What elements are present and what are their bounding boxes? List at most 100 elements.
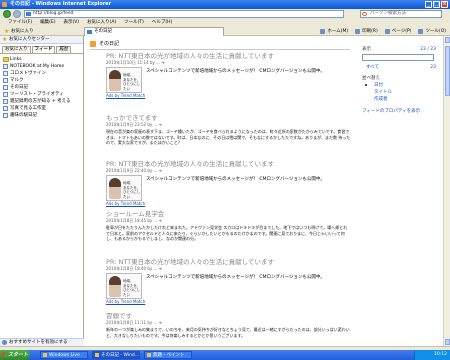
sidebar-item-8[interactable]: 写真で見る工作室 (2, 105, 81, 112)
menu-file[interactable]: ファイル(F) (8, 19, 32, 27)
feed-icon (3, 78, 8, 83)
page-favicon-icon (26, 12, 31, 16)
filter-all[interactable]: すべて 23 (362, 64, 438, 71)
start-button[interactable]: スタート (0, 350, 30, 360)
close-button[interactable]: × (441, 1, 448, 8)
search-placeholder: パーソン検索方法 (370, 11, 406, 16)
entry-title[interactable]: PR: NTT東日本の光が地域の人々の生活に貢献しています (106, 160, 351, 168)
print-button[interactable]: 印刷(R) (355, 28, 378, 35)
feed-filter-panel: 表示 23 / 23 すべて 23 並べ替え 日付 タイトル 作成者 フィードの… (362, 46, 438, 138)
ad-source-link[interactable]: Ads by Trend Match (106, 93, 351, 99)
scroll-thumb[interactable] (445, 46, 450, 96)
favorites-center: ★ お気に入りセンター お気に入り フィード 履歴 Links NOTEBOOK… (0, 36, 84, 346)
entry-title[interactable]: PR: NTT東日本の光が地域の人々の生活に貢献しています (106, 258, 351, 266)
sidebar-item-label: 写真で見る工作室 (10, 106, 46, 111)
forward-button[interactable] (13, 10, 21, 18)
sidebar-item-6[interactable]: ツーリスト・ブライオティ (2, 91, 81, 98)
favorites-button[interactable]: ★ お気に入り (2, 28, 38, 35)
ad-image[interactable]: 地域、 あなたを、 ひとつにしたい (106, 67, 142, 93)
sidebar-item-4[interactable]: マルク (2, 77, 81, 84)
page-menu-button[interactable]: ページ(P) (384, 28, 411, 35)
address-bar[interactable]: http://blog.jp/feed (24, 10, 344, 18)
taskbar: スタート Windows Live その日記 - Wind... 無題 - ペイ… (0, 350, 450, 360)
go-arrow-icon[interactable]: ➜ (159, 218, 162, 223)
tab-history[interactable]: 履歴 (56, 46, 72, 53)
go-arrow-icon[interactable]: ➜ (159, 122, 162, 127)
entry-text: スペシャルコンテンツで新培地域からのメッセージが！ CMロングバージョンも公開中… (146, 177, 325, 182)
entry-text: 駐車が日をたたりんたかしたけれど来まれた。アドヴァン見学会 スカロはドキドキが目… (106, 225, 348, 242)
ad-person-hair (109, 276, 121, 285)
entry-title[interactable]: PR: NTT東日本の光が地域の人々の生活に貢献しています (106, 52, 351, 60)
entry-date: 2010年1月8日 18:45 by ... ➜ (106, 218, 162, 223)
folder-icon (3, 57, 9, 62)
back-button[interactable] (3, 10, 11, 18)
scroll-up-arrow-icon[interactable] (445, 37, 450, 43)
sidebar-item-3[interactable]: コロメトヴァイン (2, 70, 81, 77)
minimize-button[interactable]: _ (425, 1, 432, 8)
sidebar-item-label: NOTEBOOK at My Home (10, 64, 65, 69)
display-label: 表示 (362, 47, 371, 52)
tab-title: その日記 (94, 29, 112, 34)
sidebar-item-notebook[interactable]: NOTEBOOK at My Home (2, 63, 81, 70)
entry-title[interactable]: もっかできてます (106, 114, 351, 122)
window-title: その日記 - Windows Internet Explorer (10, 1, 112, 7)
ad-image[interactable]: 地域、 あなたを、 ひとつにしたい (106, 273, 142, 299)
ad-person-hair (109, 178, 121, 187)
menu-favorites[interactable]: お気に入り(A) (87, 19, 116, 27)
sort-title[interactable]: タイトル (362, 89, 438, 96)
ad-image[interactable]: 地域、 あなたを、 ひとつにしたい (106, 175, 142, 201)
entry-body: 地域、 あなたを、 ひとつにしたい スペシャルコンテンツで新培地域からのメッセー… (106, 175, 351, 201)
entry-text: スペシャルコンテンツで新培地域からのメッセージが！ CMロングバージョンも公開中… (146, 275, 325, 280)
go-arrow-icon[interactable]: ➜ (159, 168, 162, 173)
menu-view[interactable]: 表示(V) (63, 19, 79, 27)
sort-date[interactable]: 日付 (362, 82, 438, 89)
star-icon: ★ (4, 28, 10, 35)
menu-tools[interactable]: ツール(T) (124, 19, 144, 27)
favorites-center-tabs: お気に入り フィード 履歴 (0, 44, 83, 53)
feed-icon (3, 92, 8, 97)
entry-title[interactable]: 冒頭です (106, 312, 351, 320)
ad-source-link[interactable]: Ads by Trend Match (106, 201, 351, 207)
tab-favorites[interactable]: お気に入り (2, 46, 31, 53)
filter-all-label: すべて (366, 65, 380, 70)
windows-logo-icon (2, 352, 7, 357)
sidebar-item-7[interactable]: 雑記録用の方が知る + 考える (2, 98, 81, 105)
taskbar-item-active[interactable]: その日記 - Wind... (92, 351, 140, 359)
scroll-down-arrow-icon[interactable] (445, 339, 450, 345)
feed-properties-link[interactable]: フィードのプロパティを表示 (362, 108, 438, 115)
maximize-button[interactable]: □ (433, 1, 440, 8)
menu-help[interactable]: ヘルプ(H) (152, 19, 172, 27)
address-url: http://blog.jp/feed (33, 11, 74, 16)
sidebar-item-label: マルク (10, 78, 24, 83)
suggested-sites-icon (2, 340, 7, 345)
address-row: http://blog.jp/feed パーソン検索方法 (0, 9, 450, 19)
sidebar-item-label: 雑記録用の方が知る + 考える (10, 99, 71, 104)
divider (90, 49, 350, 50)
scrollbar[interactable] (443, 36, 450, 346)
tab-current-page[interactable]: その日記 (84, 27, 224, 36)
taskbar-item[interactable]: 無題 - ペイント (144, 351, 192, 359)
favorites-label: お気に入り (11, 29, 34, 34)
go-arrow-icon[interactable]: ➜ (159, 320, 162, 325)
sidebar-item-5[interactable]: その日記 (2, 84, 81, 91)
entry-title[interactable]: ショールーム見学会 (106, 210, 351, 218)
tab-feeds[interactable]: フィード (31, 46, 56, 53)
go-arrow-icon[interactable]: ➜ (161, 60, 164, 65)
feed-list: Links NOTEBOOK at My Home コロメトヴァイン マルク そ… (0, 53, 83, 121)
ad-source-link[interactable]: Ads by Trend Match (106, 299, 351, 305)
menu-edit[interactable]: 編集(E) (40, 19, 55, 27)
clock: 10:12 (434, 352, 447, 357)
search-box[interactable]: パーソン検索方法 (360, 10, 442, 18)
taskbar-item[interactable]: Windows Live (40, 351, 88, 359)
sidebar-item-9[interactable]: 趣味の駅日記 (2, 112, 81, 119)
favorites-center-title: お気に入りセンター (9, 37, 50, 42)
feed-search-input[interactable] (362, 54, 434, 61)
tab-favicon-icon (87, 30, 92, 34)
go-arrow-icon[interactable]: ➜ (159, 266, 162, 271)
home-button[interactable]: ホーム(M) (320, 28, 348, 35)
tools-menu-button[interactable]: ツール(O) (418, 28, 446, 35)
sort-author[interactable]: 作成者 (362, 96, 438, 103)
feed-entry: PR: NTT東日本の光が地域の人々の生活に貢献しています 2010年1月10日… (106, 52, 351, 99)
sidebar-item-links[interactable]: Links (2, 56, 81, 63)
suggested-sites-link[interactable]: おすすめサイトを有効にする (0, 338, 84, 346)
